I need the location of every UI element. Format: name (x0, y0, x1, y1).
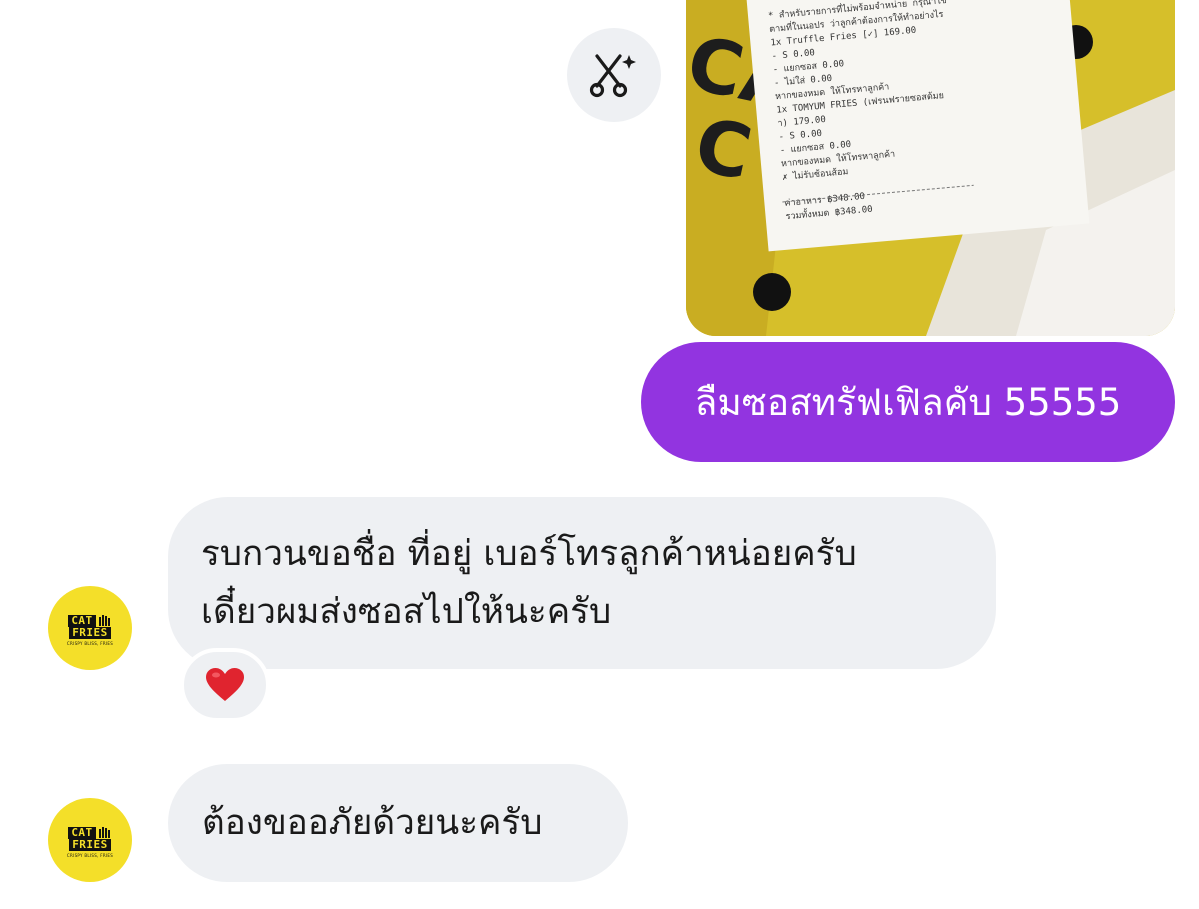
logo-text-line1: CAT (68, 614, 96, 627)
avatar-logo: CAT (68, 826, 111, 839)
fries-icon (98, 826, 110, 838)
heart-icon (206, 668, 244, 701)
logo-tagline: CRISPY BLISS, FRIES (66, 640, 114, 646)
message-line: เดี๋ยวผมส่งซอสไปให้นะครับ (201, 592, 612, 632)
edit-image-button[interactable] (567, 28, 661, 122)
message-line: รบกวนขอชื่อ ที่อยู่ เบอร์โทรลูกค้าหน่อยค… (201, 534, 857, 574)
fries-icon (98, 614, 110, 626)
sender-avatar[interactable]: CAT FRIES CRISPY BLISS, FRIES (48, 586, 132, 670)
incoming-message-bubble[interactable]: ต้องขออภัยด้วยนะครับ (168, 764, 628, 882)
logo-text-line2: FRIES (69, 626, 111, 639)
message-line: ต้องขออภัยด้วยนะครับ (202, 803, 543, 843)
incoming-message-bubble[interactable]: รบกวนขอชื่อ ที่อยู่ เบอร์โทรลูกค้าหน่อยค… (168, 497, 996, 669)
logo-text-line1: CAT (68, 826, 96, 839)
sender-avatar[interactable]: CAT FRIES CRISPY BLISS, FRIES (48, 798, 132, 882)
reaction-badge[interactable] (180, 648, 270, 722)
avatar-logo: CAT (68, 614, 111, 627)
scissors-sparkle-icon (589, 54, 636, 98)
outgoing-message-text: ลืมซอสทรัฟเฟิลคับ 55555 (694, 380, 1122, 424)
logo-tagline: CRISPY BLISS, FRIES (66, 852, 114, 858)
logo-text-line2: FRIES (69, 838, 111, 851)
photo-message[interactable]: CA C * สำหรับรายการที่ไม่พร้อมจำหน่าย กร… (686, 0, 1175, 336)
outgoing-message-bubble[interactable]: ลืมซอสทรัฟเฟิลคับ 55555 (641, 342, 1175, 462)
receipt-photo: CA C * สำหรับรายการที่ไม่พร้อมจำหน่าย กร… (686, 0, 1175, 336)
